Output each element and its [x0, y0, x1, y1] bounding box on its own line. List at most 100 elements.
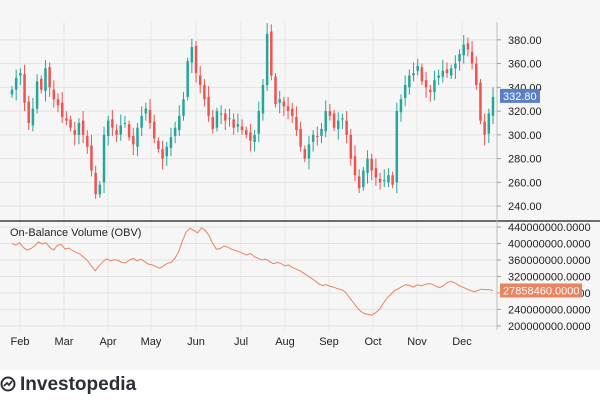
- obv-tick-label: 440000000.0000: [508, 222, 591, 234]
- candle-body: [236, 124, 240, 127]
- price-current-badge: 332.80: [500, 88, 540, 103]
- candle-body: [253, 134, 256, 142]
- candle-body: [403, 84, 407, 99]
- candle-body: [475, 63, 478, 85]
- price-tick-label: 260.00: [508, 177, 542, 189]
- obv-badge-value: 27858460.0000: [503, 285, 579, 297]
- candle-body: [60, 102, 64, 118]
- candle-body: [240, 126, 244, 131]
- price-tick-label: 300.00: [508, 130, 542, 142]
- candle-body: [374, 168, 378, 178]
- candle-body: [395, 111, 399, 183]
- obv-tick-label: 200000000.0000: [508, 321, 591, 333]
- candle-body: [290, 108, 294, 116]
- candle-body: [127, 124, 131, 138]
- candle-body: [282, 101, 286, 107]
- candle-body: [316, 136, 319, 138]
- candle-body: [303, 149, 307, 159]
- obv-current-badge: 27858460.0000: [500, 283, 582, 298]
- candle-body: [98, 184, 102, 195]
- candle-body: [14, 77, 18, 90]
- candle-body: [249, 132, 252, 141]
- candle-body: [286, 106, 290, 112]
- candle-body: [466, 43, 470, 50]
- candle-body: [136, 127, 139, 147]
- candle-body: [458, 54, 461, 62]
- investopedia-logo-icon: [0, 376, 16, 392]
- candle-body: [307, 144, 311, 159]
- candle-body: [433, 80, 436, 93]
- candle-body: [178, 115, 181, 131]
- chart-canvas: 380.00360.00340.00320.00300.00280.00260.…: [0, 0, 600, 370]
- candle-body: [270, 31, 273, 76]
- obv-tick-label: 240000000.0000: [508, 304, 591, 316]
- candle-body: [161, 149, 164, 159]
- candle-body: [412, 73, 415, 76]
- candle-body: [366, 158, 369, 173]
- obv-axis-ticks: 440000000.0000 400000000.0000 360000000.00…: [497, 222, 591, 333]
- candle-body: [232, 119, 235, 128]
- candle-body: [48, 67, 51, 88]
- candle-body: [207, 96, 210, 116]
- candle-body: [27, 101, 30, 123]
- month-label: Sep: [319, 336, 339, 348]
- candle-body: [40, 79, 43, 90]
- candle-body: [152, 121, 156, 139]
- candle-body: [123, 122, 127, 124]
- candle-body: [165, 146, 169, 157]
- obv-tick-label: 360000000.0000: [508, 255, 591, 267]
- candle-body: [491, 96, 495, 116]
- candle-body: [424, 80, 428, 88]
- candle-body: [182, 99, 185, 116]
- candle-body: [219, 113, 223, 115]
- candle-body: [370, 158, 373, 171]
- candle-body: [353, 156, 357, 176]
- obv-tick-label: 400000000.0000: [508, 239, 591, 251]
- candle-body: [94, 172, 97, 195]
- candle-body: [198, 75, 202, 85]
- price-tick-label: 240.00: [508, 201, 542, 213]
- candle-body: [211, 117, 215, 129]
- candle-body: [81, 120, 85, 135]
- price-badge-value: 332.80: [503, 91, 537, 103]
- brand-name: Investopedia: [20, 374, 137, 395]
- candle-body: [148, 109, 152, 123]
- candle-body: [111, 119, 114, 128]
- candle-body: [194, 45, 198, 74]
- candle-body: [483, 121, 486, 135]
- obv-title: On-Balance Volume (OBV): [10, 227, 141, 239]
- candle-body: [86, 136, 89, 147]
- candle-body: [77, 122, 81, 135]
- month-label: Jun: [187, 336, 205, 348]
- candle-body: [44, 68, 47, 91]
- candle-body: [65, 118, 68, 121]
- candle-body: [399, 99, 403, 113]
- month-label: Jul: [234, 336, 248, 348]
- candle-body: [23, 74, 26, 103]
- candle-body: [445, 69, 449, 74]
- candle-body: [341, 118, 344, 120]
- candle-body: [52, 89, 56, 100]
- candle-body: [382, 179, 386, 182]
- candle-body: [274, 76, 277, 104]
- month-label: Apr: [99, 336, 116, 348]
- candle-body: [56, 99, 60, 106]
- candle-body: [169, 137, 173, 148]
- candle-body: [215, 111, 219, 128]
- candle-body: [449, 68, 453, 76]
- candle-body: [324, 111, 327, 132]
- candle-body: [190, 46, 194, 63]
- candle-body: [487, 113, 491, 134]
- candle-body: [378, 178, 382, 183]
- candle-body: [10, 89, 14, 95]
- obv-tick-label: 320000000.0000: [508, 271, 591, 283]
- candle-body: [144, 108, 148, 114]
- candle-body: [19, 73, 22, 76]
- brand-bar: Investopedia: [0, 370, 600, 400]
- candle-body: [387, 175, 390, 183]
- month-label: Dec: [452, 336, 472, 348]
- month-label: Feb: [11, 336, 30, 348]
- candle-body: [429, 89, 432, 93]
- candle-body: [328, 111, 332, 116]
- candle-body: [416, 65, 419, 71]
